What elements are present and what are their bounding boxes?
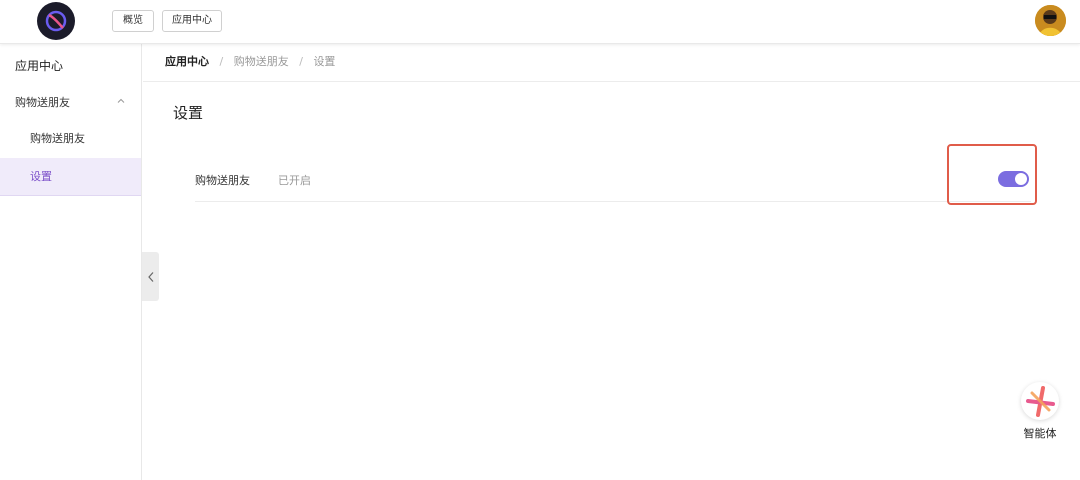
collapse-sidebar-button[interactable]: [142, 252, 159, 301]
top-bar: 概览 应用中心: [0, 0, 1080, 44]
sidebar-title: 应用中心: [15, 59, 64, 73]
chevron-up-icon: [117, 98, 125, 103]
breadcrumb-separator: /: [299, 55, 303, 68]
breadcrumb-separator: /: [219, 55, 224, 68]
setting-name: 购物送朋友: [195, 174, 250, 187]
breadcrumb-item-app-center[interactable]: 应用中心: [165, 55, 209, 68]
app-logo-icon[interactable]: [37, 2, 75, 40]
app-center-button[interactable]: 应用中心: [162, 10, 222, 32]
agent-star-icon: [1026, 386, 1055, 417]
breadcrumb-item-shopping-gift[interactable]: 购物送朋友: [234, 55, 289, 68]
breadcrumb: 应用中心 / 购物送朋友 / 设置: [143, 44, 1080, 82]
setting-status: 已开启: [278, 174, 311, 187]
page-title: 设置: [173, 104, 204, 122]
breadcrumb-item-settings: 设置: [313, 55, 336, 68]
user-avatar[interactable]: [1035, 5, 1066, 36]
chevron-left-icon: [147, 271, 153, 282]
sidebar-item-settings[interactable]: 设置: [0, 158, 141, 196]
agent-button[interactable]: [1021, 382, 1059, 420]
toggle-knob: [1015, 173, 1027, 185]
sidebar-item-shopping-gift[interactable]: 购物送朋友: [0, 120, 141, 158]
feature-toggle[interactable]: [998, 171, 1029, 187]
overview-button[interactable]: 概览: [112, 10, 154, 32]
sidebar: 应用中心 购物送朋友 购物送朋友 设置: [0, 44, 142, 480]
sidebar-group-shopping-gift[interactable]: 购物送朋友: [0, 84, 141, 118]
setting-row: 购物送朋友 已开启: [195, 160, 1031, 202]
agent-label[interactable]: 智能体: [1016, 425, 1064, 441]
sidebar-group-label: 购物送朋友: [15, 96, 70, 109]
